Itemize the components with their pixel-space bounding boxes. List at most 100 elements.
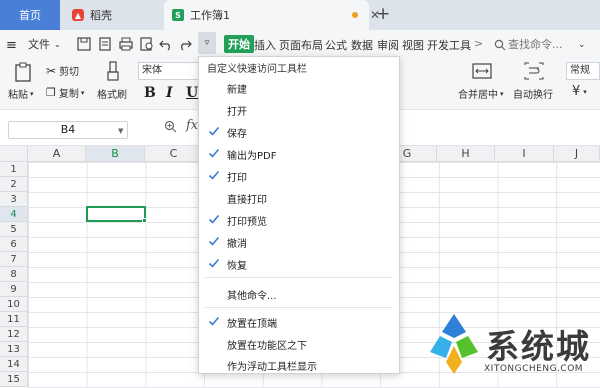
function-insert-button[interactable]: fx [186, 118, 198, 133]
tab-insert[interactable]: 插入 [254, 37, 276, 53]
cut-button[interactable]: ✂ 剪切 [46, 63, 79, 79]
row-header[interactable]: 2 [0, 177, 28, 192]
row-header[interactable]: 9 [0, 282, 28, 297]
print-preview-icon[interactable] [139, 36, 155, 52]
column-header[interactable]: I [495, 146, 554, 162]
name-box[interactable]: B4 [8, 121, 128, 139]
checkmark-icon [208, 148, 220, 158]
tab-workbook-label: 工作簿1 [190, 9, 230, 22]
row-header[interactable]: 8 [0, 267, 28, 282]
menu-item-label: 输出为PDF [227, 151, 277, 162]
menu-item-export-pdf[interactable]: 输出为PDF [199, 143, 399, 164]
row-header[interactable]: 10 [0, 297, 28, 312]
collapse-ribbon-icon[interactable]: ⌄ [578, 36, 586, 54]
menu-item-label: 撤消 [227, 239, 247, 250]
fill-handle[interactable] [142, 218, 147, 223]
menu-item-new[interactable]: 新建 [199, 77, 399, 98]
tab-formulas[interactable]: 公式 [325, 37, 347, 53]
menu-icon[interactable]: ≡ [6, 36, 17, 54]
command-search-input[interactable]: 查找命令... [508, 35, 563, 53]
row-header[interactable]: 4 [0, 207, 28, 222]
tab-developer[interactable]: 开发工具 [427, 37, 471, 53]
tab-page-layout[interactable]: 页面布局 [279, 37, 323, 53]
underline-button[interactable]: U [186, 85, 198, 101]
number-format-select[interactable]: 常规 [566, 62, 600, 80]
row-header[interactable]: 14 [0, 357, 28, 372]
menu-item-floating-toolbar[interactable]: 作为浮动工具栏显示 [199, 354, 399, 375]
more-tabs-icon[interactable]: > [474, 37, 483, 50]
merge-center-button[interactable]: 合并居中 ▾ [458, 86, 504, 102]
row-header[interactable]: 7 [0, 252, 28, 267]
export-pdf-icon[interactable] [97, 36, 113, 52]
column-header[interactable]: H [437, 146, 495, 162]
menu-item-open[interactable]: 打开 [199, 99, 399, 120]
chevron-down-icon[interactable]: ▼ [118, 127, 123, 135]
active-cell-b4[interactable] [86, 206, 146, 222]
menu-item-place-on-top[interactable]: 放置在顶端 [199, 311, 399, 332]
watermark-subtitle: XITONGCHENG.COM [484, 364, 584, 374]
menu-item-label: 保存 [227, 129, 247, 140]
tab-home[interactable]: 首页 [0, 0, 60, 30]
paste-button[interactable]: 粘贴 ▾ [8, 86, 34, 102]
add-tab-button[interactable]: + [376, 4, 390, 24]
menu-item-undo[interactable]: 撤消 [199, 231, 399, 252]
menu-divider [205, 277, 393, 278]
spreadsheet-icon: S [172, 9, 184, 21]
tab-workbook[interactable]: S 工作簿1 ✕ [164, 0, 380, 30]
copy-button[interactable]: ❐ 复制 ▾ [46, 85, 84, 100]
search-icon[interactable] [494, 36, 506, 54]
row-header[interactable]: 12 [0, 327, 28, 342]
zoom-icon[interactable] [164, 120, 177, 136]
column-header[interactable]: J [554, 146, 600, 162]
save-icon[interactable] [76, 36, 92, 52]
row-header[interactable]: 13 [0, 342, 28, 357]
column-header[interactable]: B [86, 146, 145, 162]
redo-icon[interactable] [177, 36, 193, 52]
bold-button[interactable]: B [144, 85, 156, 101]
chevron-down-icon: ▾ [30, 89, 34, 98]
currency-button[interactable]: ¥ ▾ [572, 84, 587, 99]
row-header[interactable]: 5 [0, 222, 28, 237]
tab-start[interactable]: 开始 [224, 35, 254, 53]
select-all-corner[interactable] [0, 146, 28, 162]
menu-item-redo[interactable]: 恢复 [199, 253, 399, 274]
watermark-title: 系统城 [486, 327, 591, 366]
wrap-text-button[interactable]: 自动换行 [513, 86, 553, 101]
menu-item-label: 其他命令... [227, 291, 277, 302]
row-header[interactable]: 3 [0, 192, 28, 207]
row-header[interactable]: 11 [0, 312, 28, 327]
tab-data[interactable]: 数据 [351, 37, 373, 53]
menu-item-other-commands[interactable]: 其他命令... [199, 283, 399, 304]
chevron-down-icon: ⌄ [54, 39, 61, 49]
column-header[interactable]: A [28, 146, 86, 162]
menu-item-direct-print[interactable]: 直接打印 [199, 187, 399, 208]
row-header[interactable]: 15 [0, 372, 28, 387]
tab-review[interactable]: 审阅 [377, 37, 399, 53]
italic-button[interactable]: I [166, 85, 173, 101]
font-name-select[interactable]: 宋体 [138, 62, 200, 80]
row-header[interactable]: 1 [0, 162, 28, 177]
row-header[interactable]: 6 [0, 237, 28, 252]
print-icon[interactable] [118, 36, 134, 52]
tab-view[interactable]: 视图 [402, 37, 424, 53]
wrap-text-icon[interactable] [524, 62, 544, 80]
merge-cells-icon[interactable] [472, 62, 492, 80]
tab-docer[interactable]: ▲ 稻壳 [62, 0, 162, 30]
tab-docer-label: 稻壳 [90, 9, 112, 22]
docer-logo-icon: ▲ [72, 9, 84, 21]
menu-item-save[interactable]: 保存 [199, 121, 399, 142]
file-menu-button[interactable]: 文件 ⌄ [28, 35, 61, 53]
menu-item-print[interactable]: 打印 [199, 165, 399, 186]
customize-toolbar-dropdown-button[interactable]: ▿ [198, 32, 216, 54]
menu-item-label: 恢复 [227, 261, 247, 272]
format-painter-icon[interactable] [106, 61, 120, 83]
paste-icon[interactable] [14, 62, 32, 82]
copy-label: 复制 [58, 89, 79, 100]
menu-item-place-below-ribbon[interactable]: 放置在功能区之下 [199, 333, 399, 354]
undo-icon[interactable] [158, 36, 174, 52]
column-header[interactable]: C [145, 146, 203, 162]
chevron-down-icon: ▾ [500, 89, 504, 98]
menu-item-print-preview[interactable]: 打印预览 [199, 209, 399, 230]
paste-label: 粘贴 [8, 90, 28, 101]
format-painter-button[interactable]: 格式刷 [97, 86, 127, 101]
